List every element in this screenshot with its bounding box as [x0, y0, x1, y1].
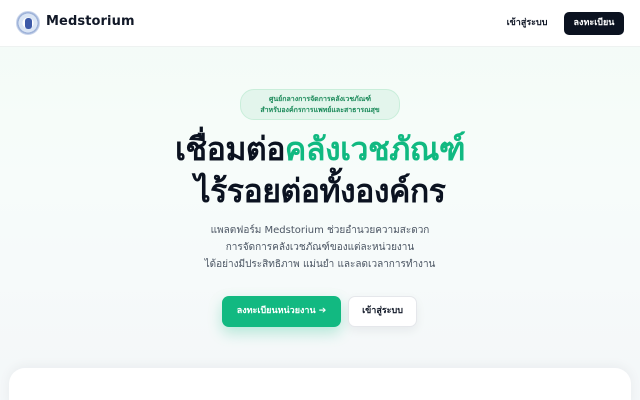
nav-register-button[interactable]: ลงทะเบียน	[564, 12, 624, 35]
hero-title-line-1: เชื่อมต่อคลังเวชภัณฑ์	[100, 128, 540, 170]
content-card-preview	[9, 368, 631, 400]
hero-title-line-2: ไร้รอยต่อทั้งองค์กร	[194, 172, 446, 210]
hero-tagline-line-1: ศูนย์กลางการจัดการคลังเวชภัณฑ์	[268, 95, 372, 103]
top-navigation-bar: Medstorium เข้าสู่ระบบ ลงทะเบียน	[0, 0, 640, 47]
hero-description-line-2: การจัดการคลังเวชภัณฑ์ของแต่ละหน่วยงาน	[225, 242, 415, 253]
hero-title: เชื่อมต่อคลังเวชภัณฑ์ ไร้รอยต่อทั้งองค์ก…	[100, 128, 540, 212]
medstorium-logo-icon[interactable]	[16, 11, 40, 35]
brand-name[interactable]: Medstorium	[46, 14, 135, 29]
hero-description-line-1: แพลตฟอร์ม Medstorium ช่วยอำนวยความสะดวก	[210, 225, 430, 236]
hero-login-button[interactable]: เข้าสู่ระบบ	[348, 296, 417, 327]
hero-title-part-1: เชื่อมต่อ	[174, 130, 285, 168]
hero-description: แพลตฟอร์ม Medstorium ช่วยอำนวยความสะดวก …	[140, 222, 500, 273]
hero-tagline-line-2: สำหรับองค์กรการแพทย์และสาธารณสุข	[260, 106, 380, 114]
hero-description-line-3: ได้อย่างมีประสิทธิภาพ แม่นยำ และลดเวลากา…	[204, 259, 436, 270]
hero-title-accent: คลังเวชภัณฑ์	[284, 130, 466, 168]
hero-tagline-badge: ศูนย์กลางการจัดการคลังเวชภัณฑ์ สำหรับองค…	[240, 89, 400, 120]
nav-login-link[interactable]: เข้าสู่ระบบ	[503, 14, 551, 32]
register-organization-button[interactable]: ลงทะเบียนหน่วยงาน ➔	[222, 296, 341, 327]
